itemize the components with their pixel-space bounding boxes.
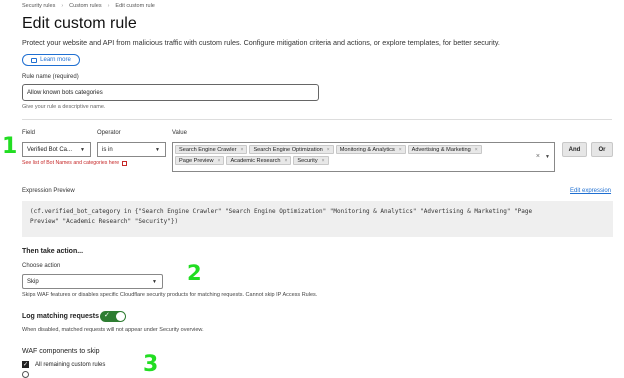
bot-list-link-text: See list of Bot Names and categories her…	[22, 160, 120, 166]
remove-chip-icon[interactable]: ×	[285, 158, 288, 164]
annotation-1: 1	[2, 134, 18, 159]
chevron-down-icon: ▼	[155, 146, 160, 153]
log-matching-hint: When disabled, matched requests will not…	[22, 327, 204, 333]
toggle-knob	[116, 312, 125, 321]
value-chip-list: Search Engine Crawler × Search Engine Opti…	[175, 144, 525, 166]
value-chip[interactable]: Security ×	[293, 156, 329, 165]
external-link-icon	[122, 160, 128, 166]
book-icon	[31, 57, 38, 63]
remove-chip-icon[interactable]: ×	[322, 158, 325, 164]
remove-chip-icon[interactable]: ×	[475, 147, 478, 153]
field-select-value: Verified Bot Ca...	[27, 146, 73, 153]
remove-chip-icon[interactable]: ×	[241, 147, 244, 153]
chevron-down-icon: ▼	[152, 278, 157, 285]
page-title: Edit custom rule	[22, 15, 137, 32]
action-select-value: Skip	[27, 278, 39, 285]
value-chip[interactable]: Advertising & Marketing ×	[407, 145, 482, 154]
value-chip-label: Monitoring & Analytics	[339, 146, 395, 153]
value-chip-label: Page Preview	[179, 157, 214, 164]
breadcrumb-separator: ›	[61, 3, 64, 9]
rule-name-input[interactable]: Allow known bots categories	[22, 84, 319, 101]
value-chip[interactable]: Academic Research ×	[226, 156, 292, 165]
check-icon: ✓	[104, 312, 110, 319]
value-chip[interactable]: Search Engine Optimization ×	[249, 145, 334, 154]
waf-item[interactable]: ✓ All remaining custom rules	[22, 361, 105, 368]
value-chip-label: Search Engine Optimization	[253, 146, 323, 153]
action-select[interactable]: Skip ▼	[22, 274, 163, 289]
divider	[22, 119, 612, 120]
log-matching-toggle[interactable]: ✓	[100, 311, 126, 322]
operator-select[interactable]: is in ▼	[97, 142, 166, 157]
operator-label: Operator	[97, 130, 121, 136]
choose-action-label: Choose action	[22, 263, 61, 269]
breadcrumb-custom-rules[interactable]: Custom rules	[69, 3, 101, 9]
bot-list-link[interactable]: See list of Bot Names and categories her…	[22, 160, 128, 166]
value-chip[interactable]: Page Preview ×	[175, 156, 225, 165]
value-chip[interactable]: Search Engine Crawler ×	[175, 145, 248, 154]
breadcrumb-security-rules[interactable]: Security rules	[22, 3, 55, 9]
edit-expression-link[interactable]: Edit expression	[570, 188, 611, 194]
action-hint: Skips WAF features or disables specific …	[22, 292, 318, 298]
action-heading: Then take action...	[22, 248, 84, 255]
waf-heading: WAF components to skip	[22, 348, 100, 355]
waf-item-label: All remaining custom rules	[35, 361, 106, 368]
or-button[interactable]: Or	[591, 142, 613, 157]
breadcrumb-current: Edit custom rule	[115, 3, 155, 9]
checkbox[interactable]	[22, 371, 29, 378]
value-chip-label: Advertising & Marketing	[411, 146, 471, 153]
breadcrumb-separator: ›	[107, 3, 110, 9]
value-label: Value	[172, 130, 187, 136]
expression-line: (cf.verified_bot_category in {"Search En…	[30, 208, 533, 215]
field-label: Field	[22, 130, 36, 136]
value-chip[interactable]: Monitoring & Analytics ×	[335, 145, 406, 154]
checkbox[interactable]: ✓	[22, 361, 29, 368]
log-matching-label: Log matching requests	[22, 313, 100, 320]
value-chip-label: Security	[297, 157, 318, 164]
value-chip-label: Academic Research	[230, 157, 281, 164]
value-chip-label: Search Engine Crawler	[179, 146, 237, 153]
field-select[interactable]: Verified Bot Ca... ▼	[22, 142, 91, 157]
value-multiselect[interactable]: Search Engine Crawler × Search Engine Opti…	[172, 142, 555, 172]
breadcrumb: Security rules › Custom rules › Edit cus…	[22, 3, 155, 9]
remove-chip-icon[interactable]: ×	[327, 147, 330, 153]
operator-select-value: is in	[102, 146, 113, 153]
clear-icon[interactable]: ×	[536, 153, 540, 160]
and-button[interactable]: And	[562, 142, 587, 157]
rule-name-hint: Give your rule a descriptive name.	[22, 104, 106, 110]
expression-preview-label: Expression Preview	[22, 188, 75, 194]
expression-line: Preview" "Academic Research" "Security"}…	[30, 218, 179, 225]
remove-chip-icon[interactable]: ×	[218, 158, 221, 164]
page-description: Protect your website and API from malici…	[22, 38, 500, 47]
annotation-2: 2	[187, 261, 202, 285]
learn-more-button[interactable]: Learn more	[22, 54, 80, 66]
chevron-down-icon[interactable]: ▼	[545, 154, 550, 160]
expression-preview: (cf.verified_bot_category in {"Search En…	[22, 201, 613, 237]
annotation-3: 3	[143, 352, 159, 377]
remove-chip-icon[interactable]: ×	[399, 147, 402, 153]
chevron-down-icon: ▼	[80, 146, 85, 153]
rule-name-label: Rule name (required)	[22, 74, 79, 80]
learn-more-label: Learn more	[40, 57, 71, 63]
